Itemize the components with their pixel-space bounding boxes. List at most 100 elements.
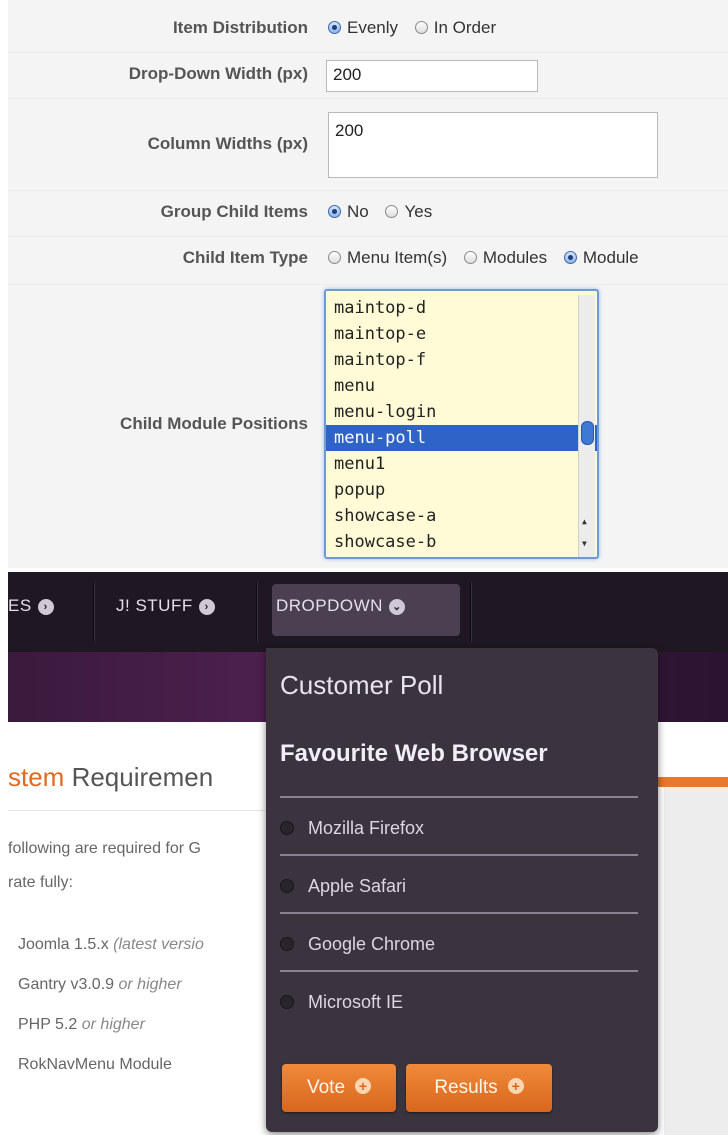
requirement-text: Joomla 1.5.x	[18, 936, 114, 953]
poll-divider	[280, 912, 638, 914]
radio-menu-items[interactable]: Menu Item(s)	[328, 248, 447, 267]
radio-yes[interactable]: Yes	[385, 202, 432, 221]
column-widths-textarea[interactable]: 200	[328, 112, 658, 178]
column-widths-label: Column Widths (px)	[147, 134, 308, 153]
radio-evenly[interactable]: Evenly	[328, 18, 398, 37]
radio-unselected-icon[interactable]	[463, 251, 477, 264]
dropdown-width-row: Drop-Down Width (px) 200	[8, 52, 728, 99]
radio-no-label: No	[347, 202, 369, 221]
poll-option-label: Apple Safari	[308, 876, 407, 896]
radio-selected-icon[interactable]	[328, 21, 341, 34]
scrollbar-thumb[interactable]	[581, 421, 594, 445]
item-distribution-label: Item Distribution	[172, 18, 308, 37]
main-navigation: ES › J! STUFF › DROPDOWN ⌄	[8, 572, 728, 652]
poll-option-ie[interactable]: Microsoft IE	[280, 992, 403, 1013]
vote-button[interactable]: Vote +	[282, 1064, 396, 1112]
results-button[interactable]: Results +	[406, 1064, 552, 1112]
radio-menu-items-label: Menu Item(s)	[347, 248, 448, 267]
radio-selected-icon[interactable]	[328, 205, 341, 218]
list-option[interactable]: maintop-d	[326, 295, 597, 321]
site-preview: ES › J! STUFF › DROPDOWN ⌄ stem Requiremen …	[0, 572, 728, 1135]
dropdown-width-label: Drop-Down Width (px)	[128, 64, 308, 83]
heading-text: Requiremen	[64, 762, 214, 792]
listbox-scrollbar[interactable]: ▲ ▼	[578, 295, 595, 557]
list-option[interactable]: menu-login	[326, 399, 597, 425]
group-child-items-options: No Yes	[328, 202, 444, 222]
radio-no[interactable]: No	[328, 202, 369, 221]
list-option[interactable]: menu	[326, 373, 597, 399]
radio-modules[interactable]: Modules	[463, 248, 548, 267]
chevron-right-icon: ›	[37, 599, 54, 615]
radio-evenly-label: Evenly	[347, 18, 399, 37]
radio-unselected-icon[interactable]	[280, 937, 294, 951]
nav-item-es[interactable]: ES ›	[8, 596, 54, 616]
child-item-type-options: Menu Item(s) Modules Module	[328, 248, 651, 268]
radio-yes-label: Yes	[404, 202, 433, 221]
nav-item-j-stuff-label: J! STUFF	[116, 596, 193, 615]
list-option-selected[interactable]: menu-poll	[326, 425, 597, 451]
poll-divider	[280, 854, 638, 856]
column-widths-row: Column Widths (px) 200	[8, 98, 728, 191]
child-item-type-row: Child Item Type Menu Item(s) Modules Mod…	[8, 236, 728, 285]
list-option[interactable]: menu1	[326, 451, 597, 477]
poll-option-chrome[interactable]: Google Chrome	[280, 934, 435, 955]
item-distribution-row: Item Distribution Evenly In Order	[8, 0, 728, 53]
poll-divider	[280, 970, 638, 972]
list-option[interactable]: maintop-f	[326, 347, 597, 373]
requirement-text: PHP 5.2	[18, 1016, 82, 1033]
nav-divider	[470, 582, 472, 642]
nav-item-dropdown-label: DROPDOWN	[276, 596, 383, 615]
poll-option-label: Microsoft IE	[308, 992, 404, 1012]
radio-unselected-icon[interactable]	[280, 821, 294, 835]
radio-unselected-icon[interactable]	[280, 879, 294, 893]
radio-in-order[interactable]: In Order	[414, 18, 496, 37]
vote-button-label: Vote	[306, 1077, 346, 1098]
poll-option-safari[interactable]: Apple Safari	[280, 876, 406, 897]
child-module-positions-label: Child Module Positions	[120, 414, 308, 433]
poll-question: Favourite Web Browser	[280, 740, 548, 767]
child-module-positions-listbox[interactable]: maintop-d maintop-e maintop-f menu menu-…	[324, 289, 599, 559]
intro-line-1: following are required for G	[8, 840, 201, 857]
intro-line-2: rate fully:	[8, 874, 73, 891]
requirement-note: (latest versio	[113, 936, 204, 953]
group-child-items-label: Group Child Items	[160, 202, 308, 221]
list-option[interactable]: showcase-a	[326, 503, 597, 529]
nav-item-dropdown[interactable]: DROPDOWN ⌄	[276, 596, 405, 616]
list-option[interactable]: maintop-e	[326, 321, 597, 347]
radio-modules-label: Modules	[482, 248, 548, 267]
chevron-right-icon: ›	[198, 599, 215, 615]
requirement-item: Joomla 1.5.x (latest versio	[18, 936, 204, 954]
dropdown-width-input[interactable]: 200	[326, 60, 538, 92]
nav-divider	[256, 582, 258, 642]
requirement-text: RokNavMenu Module	[18, 1056, 172, 1073]
poll-title: Customer Poll	[280, 670, 444, 700]
scroll-down-arrow-icon[interactable]: ▼	[582, 539, 587, 548]
radio-module[interactable]: Module	[563, 248, 639, 267]
radio-unselected-icon[interactable]	[280, 995, 294, 1009]
scroll-up-arrow-icon[interactable]: ▲	[582, 517, 587, 526]
requirement-item: PHP 5.2 or higher	[18, 1016, 145, 1034]
nav-item-es-label: ES	[8, 596, 32, 615]
requirement-note: or higher	[118, 976, 182, 993]
list-option[interactable]: popup	[326, 477, 597, 503]
sidebar-background	[664, 787, 728, 1135]
poll-option-label: Google Chrome	[308, 934, 436, 954]
radio-unselected-icon[interactable]	[385, 205, 399, 218]
poll-option-label: Mozilla Firefox	[308, 818, 425, 838]
poll-divider	[280, 796, 638, 798]
group-child-items-row: Group Child Items No Yes	[8, 190, 728, 237]
radio-unselected-icon[interactable]	[414, 21, 428, 34]
results-button-label: Results	[434, 1077, 498, 1098]
radio-selected-icon[interactable]	[563, 251, 577, 264]
child-item-type-label: Child Item Type	[182, 248, 308, 267]
radio-unselected-icon[interactable]	[328, 251, 341, 264]
list-option[interactable]: showcase-b	[326, 529, 597, 555]
requirement-item: Gantry v3.0.9 or higher	[18, 976, 182, 994]
page-heading: stem Requiremen	[8, 762, 213, 793]
heading-divider	[8, 810, 268, 811]
poll-option-firefox[interactable]: Mozilla Firefox	[280, 818, 424, 839]
requirement-note: or higher	[81, 1016, 145, 1033]
requirement-text: Gantry v3.0.9	[18, 976, 119, 993]
chevron-down-icon: ⌄	[388, 599, 405, 615]
nav-item-j-stuff[interactable]: J! STUFF ›	[116, 596, 215, 616]
